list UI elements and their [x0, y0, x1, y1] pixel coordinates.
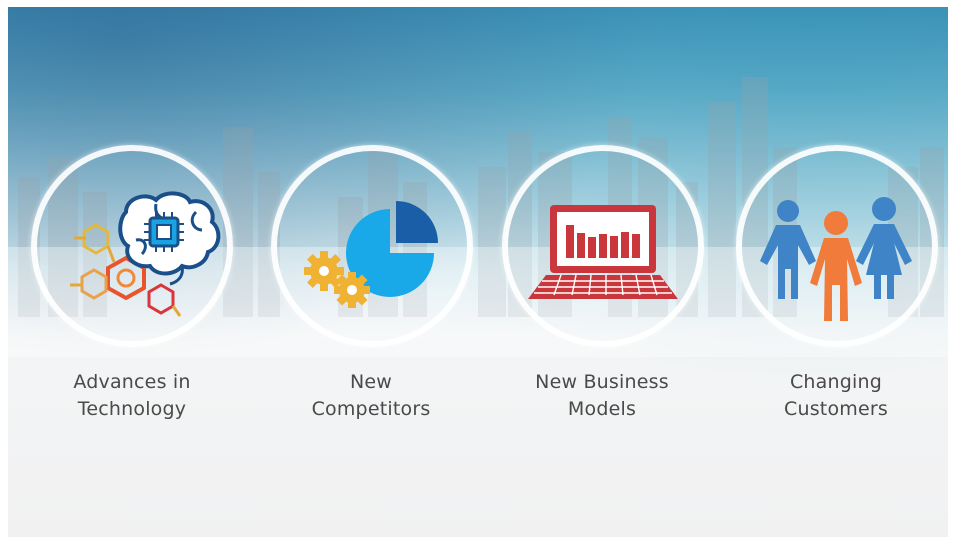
label-line-2: Competitors [311, 398, 431, 420]
people-icon [760, 197, 912, 321]
label-changing-customers: Changing Customers [736, 369, 936, 423]
slide: Advances in Technology New Competitors N… [8, 7, 948, 537]
label-line-1: New Business [535, 371, 669, 393]
label-new-competitors: New Competitors [271, 369, 471, 423]
brain-chip-icon [70, 191, 221, 317]
label-line-1: New [349, 371, 393, 393]
label-line-1: Changing [789, 371, 883, 393]
label-line-1: Advances in [73, 371, 191, 393]
label-line-2: Models [567, 398, 637, 420]
label-line-2: Customers [784, 398, 888, 420]
laptop-chart-icon [528, 205, 678, 299]
label-line-2: Technology [77, 398, 187, 420]
label-advances-in-technology: Advances in Technology [32, 369, 232, 423]
label-new-business-models: New Business Models [502, 369, 702, 423]
pie-chart-gears-icon [304, 201, 438, 308]
